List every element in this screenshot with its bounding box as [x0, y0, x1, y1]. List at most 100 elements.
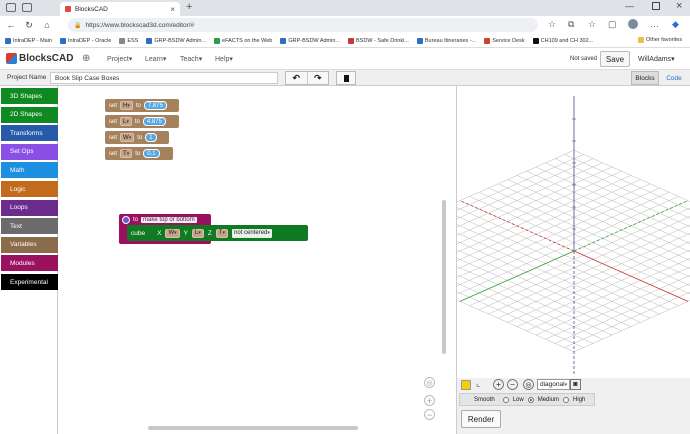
zoom-out-icon[interactable]: −	[507, 379, 518, 390]
bookmark-item[interactable]: Service Desk	[484, 37, 525, 44]
menu-project[interactable]: Project▾	[107, 55, 132, 63]
bookmark-item[interactable]: ESS	[119, 37, 138, 44]
url-field[interactable]: 🔒 https://www.blockscad3d.com/editor/#	[68, 18, 538, 32]
zoom-out-icon[interactable]: −	[424, 409, 435, 420]
variable-dropdown[interactable]: H ▾	[120, 101, 133, 110]
bookmark-item[interactable]: BSDW - Safe Drinki...	[348, 37, 409, 44]
axes-icon[interactable]: ⌞	[476, 378, 480, 389]
browser-tab-bar: BlocksCAD × + — ×	[0, 0, 690, 16]
delete-button[interactable]	[336, 71, 356, 85]
cube-block[interactable]: cube X W ▾ Y L ▾ Z T ▾ not centered ▾	[127, 225, 308, 241]
new-tab-icon[interactable]: +	[186, 1, 192, 13]
copilot-icon[interactable]: ◆	[672, 19, 679, 30]
number-field[interactable]: 7.875	[143, 101, 167, 110]
set-block[interactable]: set T ▾ to 0.1	[105, 147, 173, 160]
category-logic[interactable]: Logic	[1, 181, 58, 197]
smooth-low-radio[interactable]	[502, 396, 509, 403]
tab-title: BlocksCAD	[75, 5, 108, 13]
gear-icon[interactable]	[122, 216, 130, 224]
variable-dropdown[interactable]: L ▾	[120, 117, 132, 126]
tab-actions-icon[interactable]	[22, 3, 32, 12]
profile-avatar[interactable]	[628, 19, 638, 29]
bookmark-item[interactable]: GRP-BSDW Admin...	[280, 37, 340, 44]
maximize-icon[interactable]	[652, 2, 660, 10]
menu-learn[interactable]: Learn▾	[145, 55, 166, 63]
target-icon[interactable]: ◎	[523, 379, 534, 390]
number-field[interactable]: 4.875	[142, 117, 166, 126]
variable-dropdown[interactable]: T ▾	[215, 228, 229, 238]
extensions-icon[interactable]: ⧉	[568, 19, 574, 30]
recenter-icon[interactable]: ◎	[424, 377, 435, 388]
bookmarks-bar: IntraDEP - Main IntraDEP - Oracle ESS GR…	[0, 34, 690, 48]
category-loops[interactable]: Loops	[1, 199, 58, 216]
view-select[interactable]: diagonal ▾	[537, 379, 571, 390]
more-menu-icon[interactable]: …	[650, 19, 659, 29]
bookmark-item[interactable]: IntraDEP - Oracle	[60, 37, 111, 44]
blockscad-logo[interactable]: BlocksCAD	[6, 53, 73, 64]
project-name-input[interactable]: Book Slip Case Boxes	[50, 72, 278, 84]
chevron-down-icon: ▾	[174, 230, 177, 236]
number-field[interactable]: 1	[145, 133, 157, 142]
category-transforms[interactable]: Transforms	[1, 125, 58, 142]
category-text[interactable]: Text	[1, 218, 58, 235]
category-3d-shapes[interactable]: 3D Shapes	[1, 88, 58, 104]
close-window-icon[interactable]: ×	[676, 0, 682, 12]
vertical-scrollbar[interactable]	[442, 200, 446, 354]
variable-dropdown[interactable]: T ▾	[120, 149, 133, 158]
redo-icon[interactable]: ↷	[308, 72, 329, 84]
category-set-ops[interactable]: Set Ops	[1, 143, 58, 160]
category-modules[interactable]: Modules	[1, 255, 58, 272]
smooth-high-radio[interactable]	[563, 396, 570, 403]
camera-icon[interactable]: ◙	[570, 379, 581, 390]
workspaces-icon[interactable]	[6, 3, 16, 12]
project-toolbar: Project Name Book Slip Case Boxes ↶ ↷ Bl…	[0, 70, 690, 86]
minimize-icon[interactable]: —	[625, 1, 634, 11]
other-favorites[interactable]: Other favorites	[638, 37, 682, 43]
bookmark-item[interactable]: GRP-BSDW Admin...	[146, 37, 206, 44]
category-experimental[interactable]: Experimental	[1, 274, 58, 290]
set-block[interactable]: set L ▾ to 4.875	[105, 115, 179, 128]
number-field[interactable]: 0.1	[143, 149, 160, 158]
variable-dropdown[interactable]: W ▾	[120, 133, 135, 142]
back-icon[interactable]: ←	[4, 18, 18, 32]
category-variables[interactable]: Variables	[1, 236, 58, 253]
set-block[interactable]: set H ▾ to 7.875	[105, 99, 179, 112]
render-viewport[interactable]	[345, 86, 690, 378]
favorite-star-icon[interactable]: ☆	[548, 19, 556, 30]
bookmark-item[interactable]: eFACTS on the Web	[214, 37, 272, 44]
favorites-icon[interactable]: ☆	[588, 19, 596, 30]
collections-icon[interactable]: ▢	[608, 19, 617, 30]
category-2d-shapes[interactable]: 2D Shapes	[1, 106, 58, 123]
variable-dropdown[interactable]: W ▾	[165, 228, 180, 238]
horizontal-scrollbar[interactable]	[148, 426, 358, 430]
smooth-medium-radio[interactable]	[527, 396, 534, 403]
bookmark-item[interactable]: Bureau Itineraries -...	[416, 37, 476, 44]
tab-blocks[interactable]: Blocks	[631, 71, 659, 85]
module-name-field[interactable]: make top or bottom	[141, 217, 197, 223]
color-swatch[interactable]	[461, 380, 471, 390]
globe-icon[interactable]: ⊕	[82, 53, 90, 64]
tab-blockscad[interactable]: BlocksCAD ×	[60, 2, 180, 16]
close-tab-icon[interactable]: ×	[170, 5, 175, 14]
set-block[interactable]: set W ▾ to 1	[105, 131, 169, 144]
home-icon[interactable]: ⌂	[40, 18, 54, 32]
category-math[interactable]: Math	[1, 162, 58, 179]
user-menu[interactable]: WillAdams▾	[638, 55, 675, 63]
zoom-in-icon[interactable]: +	[493, 379, 504, 390]
render-button[interactable]: Render	[461, 410, 501, 428]
menu-teach[interactable]: Teach▾	[180, 55, 202, 63]
bookmark-item[interactable]: CH109 and CH 302...	[532, 37, 593, 44]
variable-dropdown[interactable]: L ▾	[191, 228, 204, 238]
block-category-sidebar: 3D Shapes 2D Shapes Transforms Set Ops Math L…	[0, 86, 58, 434]
bookmark-item[interactable]: IntraDEP - Main	[5, 37, 52, 44]
bookmark-icon	[348, 37, 355, 44]
tab-code[interactable]: Code	[661, 71, 687, 85]
lock-icon: 🔒	[74, 22, 82, 29]
centered-dropdown[interactable]: not centered ▾	[232, 228, 272, 238]
undo-icon[interactable]: ↶	[286, 72, 308, 84]
zoom-in-icon[interactable]: +	[424, 395, 435, 406]
save-button[interactable]: Save	[600, 51, 630, 67]
refresh-icon[interactable]: ↻	[22, 18, 36, 32]
menu-help[interactable]: Help▾	[215, 55, 233, 63]
blocks-workspace[interactable]: set H ▾ to 7.875 set L ▾ to 4.875 set W ▾ t…	[58, 86, 456, 434]
